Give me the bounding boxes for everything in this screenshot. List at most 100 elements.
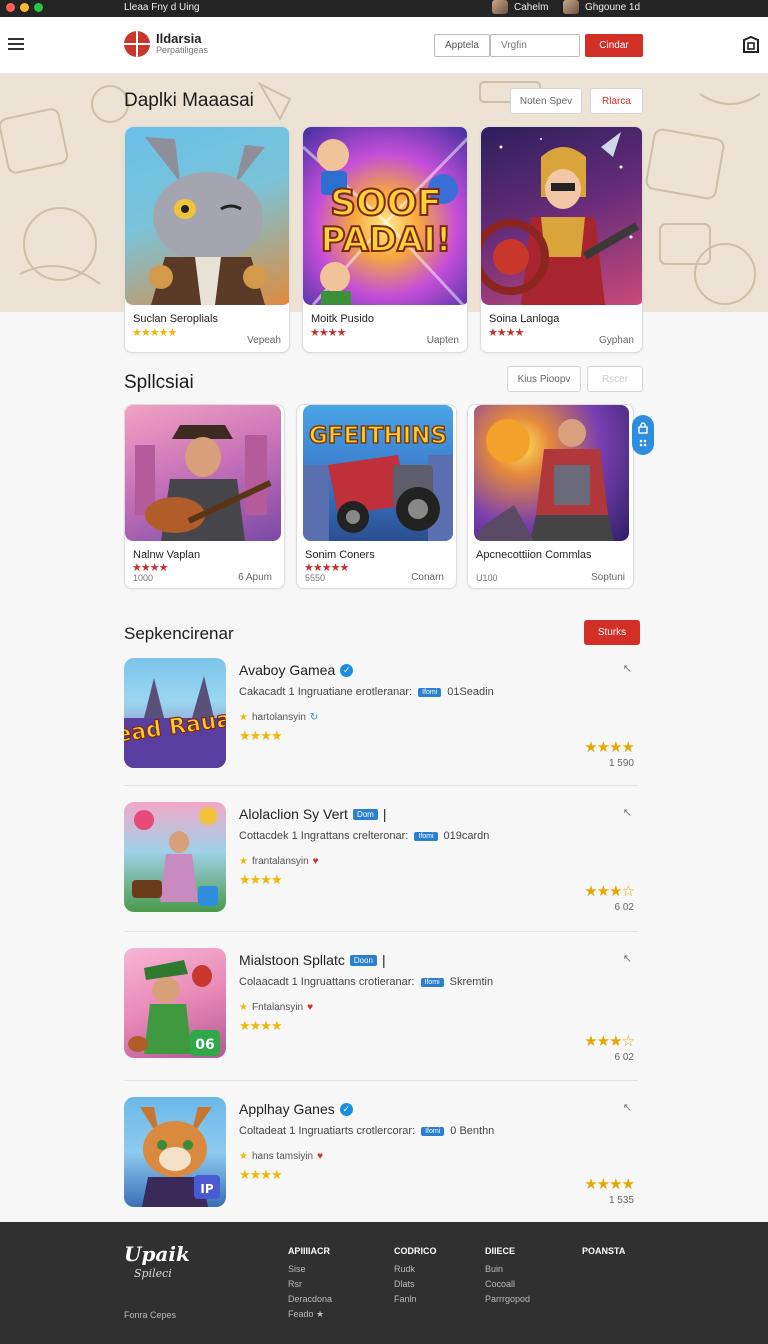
verified-icon: ✓ <box>340 663 354 677</box>
game-thumbnail: 06 <box>124 948 226 1058</box>
game-card[interactable]: Apcnecottiion Commlas U100 Soptuni <box>467 404 634 589</box>
tag-badge: Ifomi <box>420 977 444 987</box>
game-thumbnail <box>124 802 226 912</box>
list-item-description: Cottacdek 1 Ingrattans crelteronar: Ifom… <box>239 830 489 842</box>
rating-stars: ★★★★★ <box>132 327 177 339</box>
game-card[interactable]: Suclan Seroplials ★★★★★ Vepeah <box>124 126 290 353</box>
refresh-icon[interactable]: ↻ <box>310 712 318 723</box>
maximize-dot[interactable] <box>34 3 43 12</box>
list-title: Sepkencirenar <box>124 624 234 643</box>
list-item-description: Colaacadt 1 Ingruattans crotieranar: Ifo… <box>239 976 493 988</box>
list-item[interactable]: IP Applhay Ganes ✓ Coltadeat 1 Ingruatia… <box>124 1097 638 1209</box>
footer-column: CODRICO Rudk Dlats Fanln <box>394 1246 437 1307</box>
pin-icon[interactable]: ↖ <box>623 1101 632 1114</box>
footer-link[interactable]: Sise <box>288 1262 332 1277</box>
list-item-meta: ★ hans tamsiyin ♥ <box>239 1151 323 1162</box>
heart-icon[interactable]: ♥ <box>313 856 319 867</box>
game-art <box>125 405 281 541</box>
user-chip[interactable]: Ghgoune 1d <box>563 0 640 14</box>
card-title: Apcnecottiion Commlas <box>476 549 592 561</box>
rating-stars: ★★★★ <box>310 327 346 339</box>
list-item[interactable]: 06 Mialstoon Spllatc Doon | Colaacadt 1 … <box>124 948 638 1063</box>
desc-text: Colaacadt 1 Ingruattans crotieranar: <box>239 976 415 988</box>
desc-extra: 01Seadin <box>447 686 494 698</box>
spotlight-action-button[interactable]: Rscer <box>587 366 643 392</box>
game-card[interactable]: Soina Lanloga ★★★★ Gyphan <box>480 126 643 353</box>
list-item-title: Avaboy Gamea ✓ <box>239 662 354 678</box>
list-item[interactable]: Alolaclion Sy Vert Dom | Cottacdek 1 Ing… <box>124 802 638 914</box>
meta-text: Fntalansyin <box>251 1002 304 1013</box>
user-chip[interactable]: Cahelm <box>492 0 548 14</box>
star-icon: ★ <box>239 1151 248 1162</box>
card-meta: Gyphan <box>598 335 634 346</box>
divider <box>124 1080 638 1081</box>
card-meta: 6 Apum <box>238 572 272 583</box>
cta-button[interactable]: Cindar <box>585 34 643 57</box>
score-count: 6 02 <box>614 1052 634 1063</box>
score-count: 1 535 <box>608 1195 634 1206</box>
shield-icon[interactable] <box>741 35 761 55</box>
site-footer: Upaik Spileci Fonra Cepes APIIIIACR Sise… <box>0 1222 768 1344</box>
game-thumbnail: IP <box>124 1097 226 1207</box>
game-art <box>481 127 642 305</box>
footer-link[interactable]: Buin <box>485 1262 530 1277</box>
footer-link[interactable]: Fanln <box>394 1292 437 1307</box>
game-card[interactable]: Nalnw Vaplan ★★★★ 1000 6 Apum <box>124 404 285 589</box>
new-badge: Dom <box>352 808 378 820</box>
side-share-control[interactable] <box>632 415 654 455</box>
star-icon: ★ <box>239 856 248 867</box>
footer-link[interactable]: Rsr <box>288 1277 332 1292</box>
basketball-icon <box>124 31 150 57</box>
desc-extra: 0 Benthn <box>450 1125 495 1137</box>
footer-link[interactable]: Feado ★ <box>288 1307 332 1322</box>
featured-action-button[interactable]: Rlarca <box>590 88 643 114</box>
minimize-dot[interactable] <box>20 3 29 12</box>
featured-filter-button[interactable]: Noten Spev <box>510 88 582 114</box>
heart-icon[interactable]: ♥ <box>307 1002 313 1013</box>
site-logo[interactable]: Ildarsia Perpatiligeas <box>124 31 208 57</box>
game-card[interactable]: SOOF PADAI! Moitk Pusido ★★★★ Uapten <box>302 126 468 353</box>
footer-link[interactable]: Cocoall <box>485 1277 530 1292</box>
card-count: 5550 <box>305 573 326 583</box>
meta-text: hartolansyin <box>251 712 306 723</box>
search-input[interactable] <box>490 34 580 57</box>
star-icon: ★ <box>239 712 248 723</box>
desc-text: Cakacadt 1 Ingruatiane erotleranar: <box>239 686 413 698</box>
card-meta: Soptuni <box>591 572 625 583</box>
card-title: Sonim Coners <box>305 549 375 561</box>
card-title: Moitk Pusido <box>311 313 374 325</box>
pin-icon[interactable]: ↖ <box>623 806 632 819</box>
footer-logo-sub: Spileci <box>134 1267 172 1280</box>
window-controls[interactable] <box>6 3 43 12</box>
pin-icon[interactable]: ↖ <box>623 662 632 675</box>
card-title: Soina Lanloga <box>489 313 560 325</box>
dots-icon[interactable] <box>638 438 648 448</box>
game-art <box>125 127 289 305</box>
spotlight-title: Spllcsiai <box>124 372 194 393</box>
game-art <box>474 405 629 541</box>
apply-button[interactable]: Apptela <box>434 34 490 57</box>
spotlight-filter-button[interactable]: Kius Pioopv <box>507 366 581 392</box>
heart-icon[interactable]: ♥ <box>317 1151 323 1162</box>
window-title: Lleaa Fny d Uing <box>124 2 200 13</box>
footer-column: DIIECE Buin Cocoall Parrrgopod <box>485 1246 530 1307</box>
footer-logo[interactable]: Upaik Spileci <box>124 1244 190 1284</box>
close-dot[interactable] <box>6 3 15 12</box>
art-text: SOOF <box>330 183 442 224</box>
footer-link[interactable]: Deracdona <box>288 1292 332 1307</box>
footer-link[interactable]: Parrrgopod <box>485 1292 530 1307</box>
game-card[interactable]: GFEITHINS Sonim Coners ★★★★★ 5550 Conarn <box>296 404 457 589</box>
list-item[interactable]: Sead Rauak Avaboy Gamea ✓ Cakacadt 1 Ing… <box>124 658 638 770</box>
list-item-meta: ★ hartolansyin ↻ <box>239 712 318 723</box>
score-stars: ★★★☆ <box>584 883 635 900</box>
rating-stars: ★★★★ <box>488 327 524 339</box>
new-badge: Doon <box>349 954 377 966</box>
footer-link[interactable]: Dlats <box>394 1277 437 1292</box>
lock-icon[interactable] <box>637 422 649 434</box>
list-action-button[interactable]: Sturks <box>584 620 640 645</box>
pin-icon[interactable]: ↖ <box>623 952 632 965</box>
logo-tagline: Perpatiligeas <box>156 45 209 55</box>
footer-link[interactable]: Rudk <box>394 1262 437 1277</box>
hamburger-menu-icon[interactable] <box>8 38 24 50</box>
art-text: PADAI! <box>321 220 452 260</box>
